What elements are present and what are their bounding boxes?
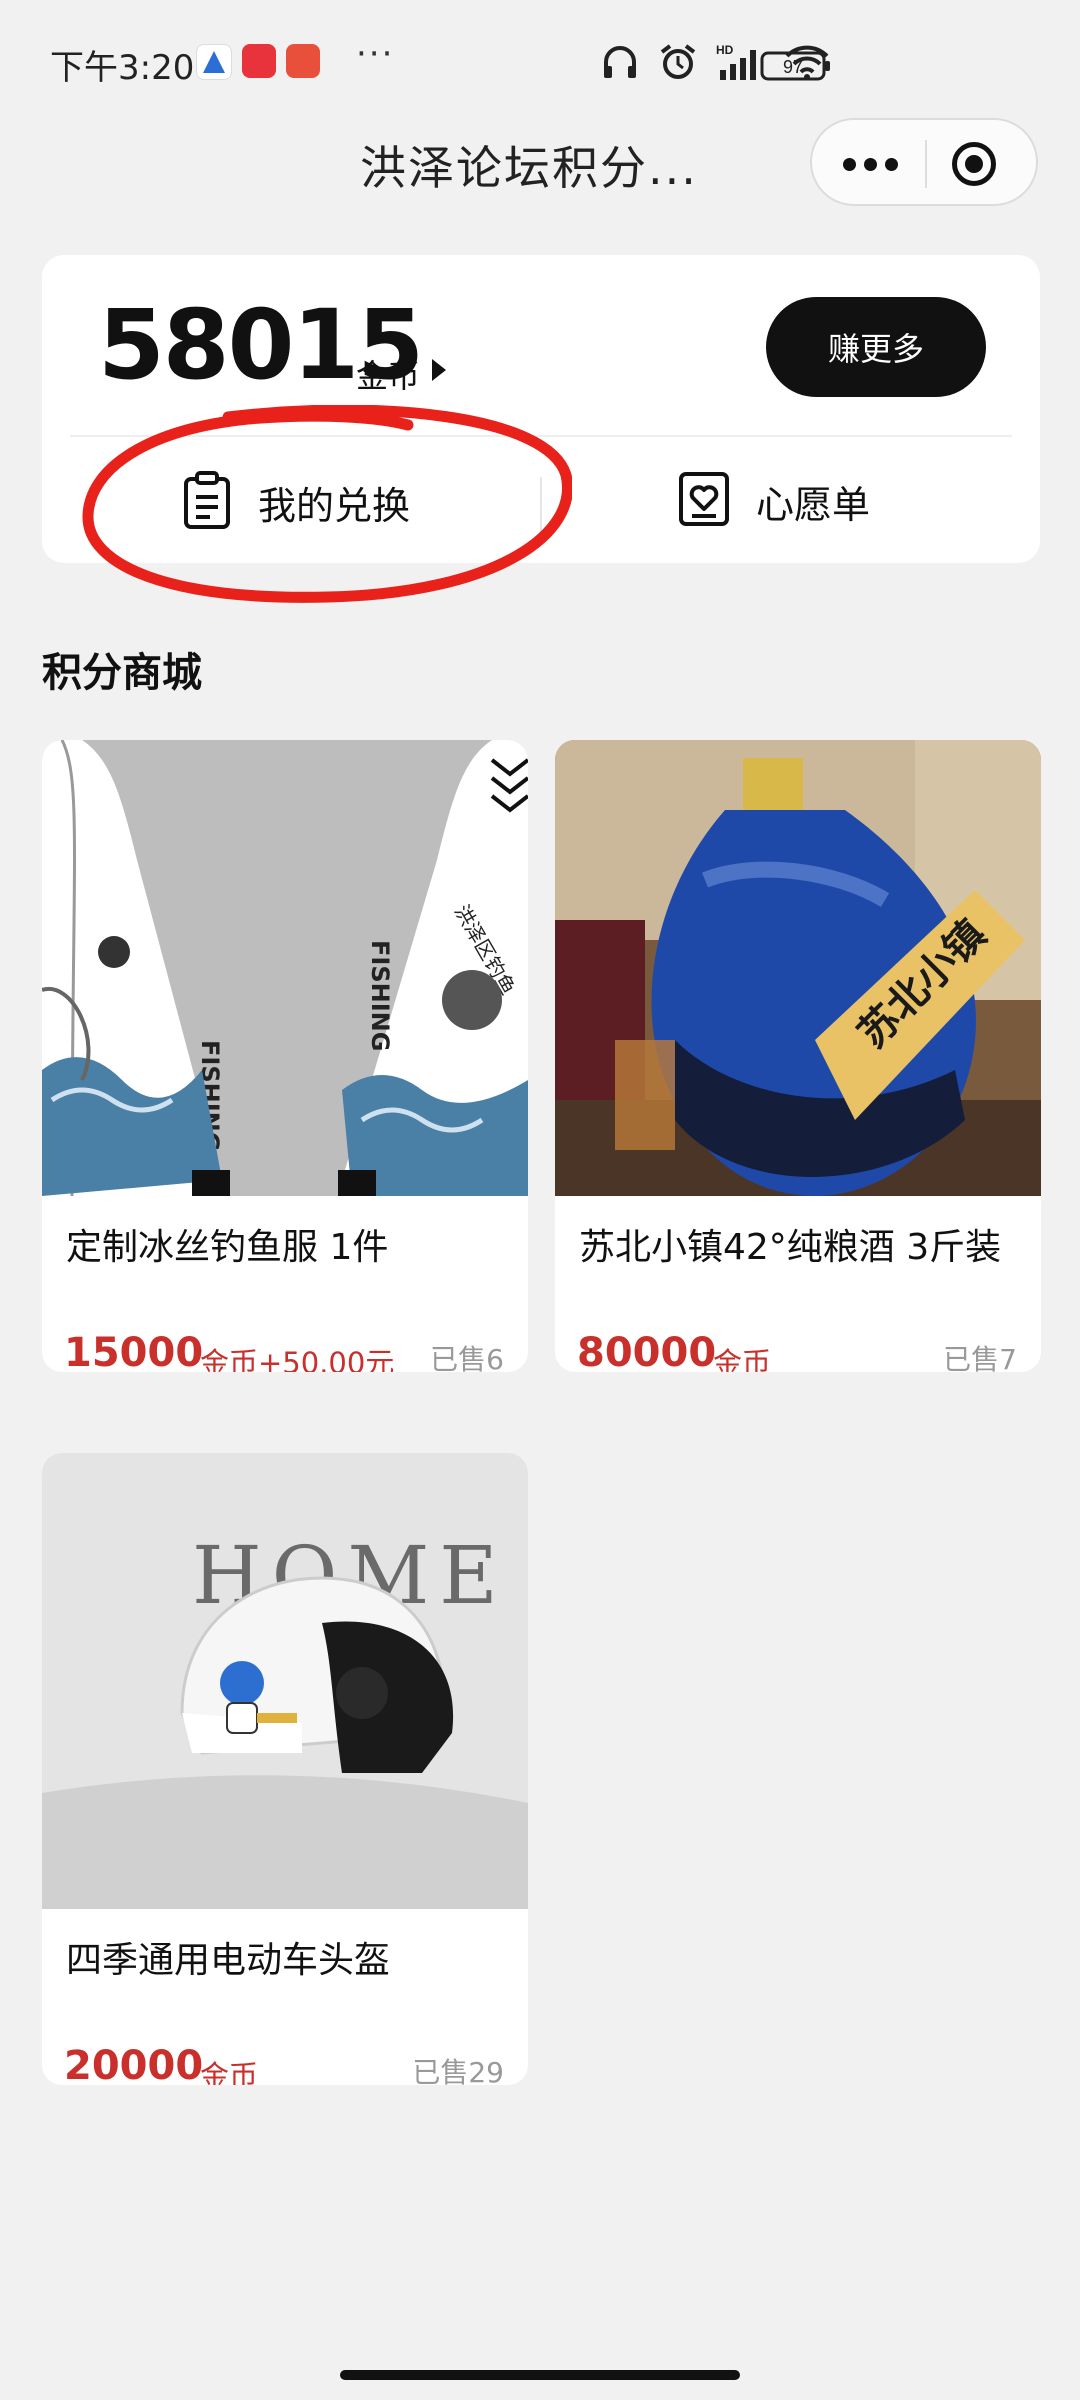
battery-icon: 97 <box>760 50 832 86</box>
my-exchange-button[interactable]: 我的兑换 <box>182 471 410 533</box>
status-more-icon: ··· <box>356 34 395 74</box>
product-name: 四季通用电动车头盔 <box>66 1940 391 1981</box>
section-title: 积分商城 <box>42 650 202 696</box>
more-options-button[interactable] <box>840 142 900 186</box>
caret-right-icon[interactable] <box>432 359 446 381</box>
product-price: 15000 <box>64 1330 204 1372</box>
jacket-fishing-text-right: FISHING <box>366 940 394 1051</box>
wishlist-label: 心愿单 <box>756 482 871 527</box>
headphone-icon <box>600 42 640 82</box>
product-sold-count: 已售6 <box>430 1343 504 1372</box>
alarm-icon <box>658 42 698 82</box>
product-name: 苏北小镇42°纯粮酒 3斤装 <box>579 1227 1002 1268</box>
product-price-unit: 金币 <box>713 1346 772 1372</box>
capsule-divider <box>925 140 927 188</box>
earn-more-button[interactable]: 赚更多 <box>766 297 986 397</box>
product-sold-count: 已售7 <box>943 1343 1017 1372</box>
hd-label: HD <box>716 43 734 57</box>
product-name: 定制冰丝钓鱼服 1件 <box>66 1227 389 1268</box>
product-image-helmet: HOME <box>42 1453 528 1909</box>
app-notification-icon <box>196 44 232 80</box>
wishlist-heart-icon <box>678 471 730 531</box>
home-indicator[interactable] <box>340 2370 740 2380</box>
my-exchange-label: 我的兑换 <box>258 483 411 528</box>
status-app-icons <box>196 44 320 80</box>
signal-icon: HD <box>716 42 766 82</box>
page-title: 洪泽论坛积分... <box>360 141 698 195</box>
product-price-unit: 金币 <box>200 2059 259 2085</box>
product-card[interactable]: HOME 四季通用电动车头盔 20000 金币 已售29 <box>42 1453 528 2085</box>
product-price: 80000 <box>577 1330 717 1372</box>
product-card[interactable]: 苏北小镇 苏北小镇42°纯粮酒 3斤装 80000 金币 已售7 <box>555 740 1041 1372</box>
points-card: 58015 金币 赚更多 我的兑换 心愿单 <box>42 255 1040 563</box>
points-unit[interactable]: 金币 <box>356 351 420 397</box>
close-mini-program-button[interactable] <box>952 142 996 186</box>
product-price-unit: 金币+50.00元 <box>200 1346 395 1372</box>
product-image-liquor-bottle: 苏北小镇 <box>555 740 1041 1196</box>
news-app-icon <box>286 44 320 78</box>
product-card[interactable]: FISHING FISHING 洪泽区钓鱼 定制冰丝钓鱼服 1件 15000 金… <box>42 740 528 1372</box>
wishlist-button[interactable]: 心愿单 <box>678 471 870 531</box>
product-image-fishing-jacket: FISHING FISHING 洪泽区钓鱼 <box>42 740 528 1196</box>
divider <box>70 435 1012 437</box>
mini-program-capsule <box>810 118 1038 206</box>
vertical-divider <box>540 477 542 535</box>
status-bar: 下午3:20 ··· HD 97 <box>0 0 1080 130</box>
taobao-special-icon <box>242 44 276 78</box>
product-price: 20000 <box>64 2043 204 2085</box>
clipboard-icon <box>182 471 232 533</box>
battery-level: 97 <box>783 57 803 77</box>
status-time: 下午3:20 <box>50 48 195 88</box>
product-sold-count: 已售29 <box>412 2056 504 2085</box>
